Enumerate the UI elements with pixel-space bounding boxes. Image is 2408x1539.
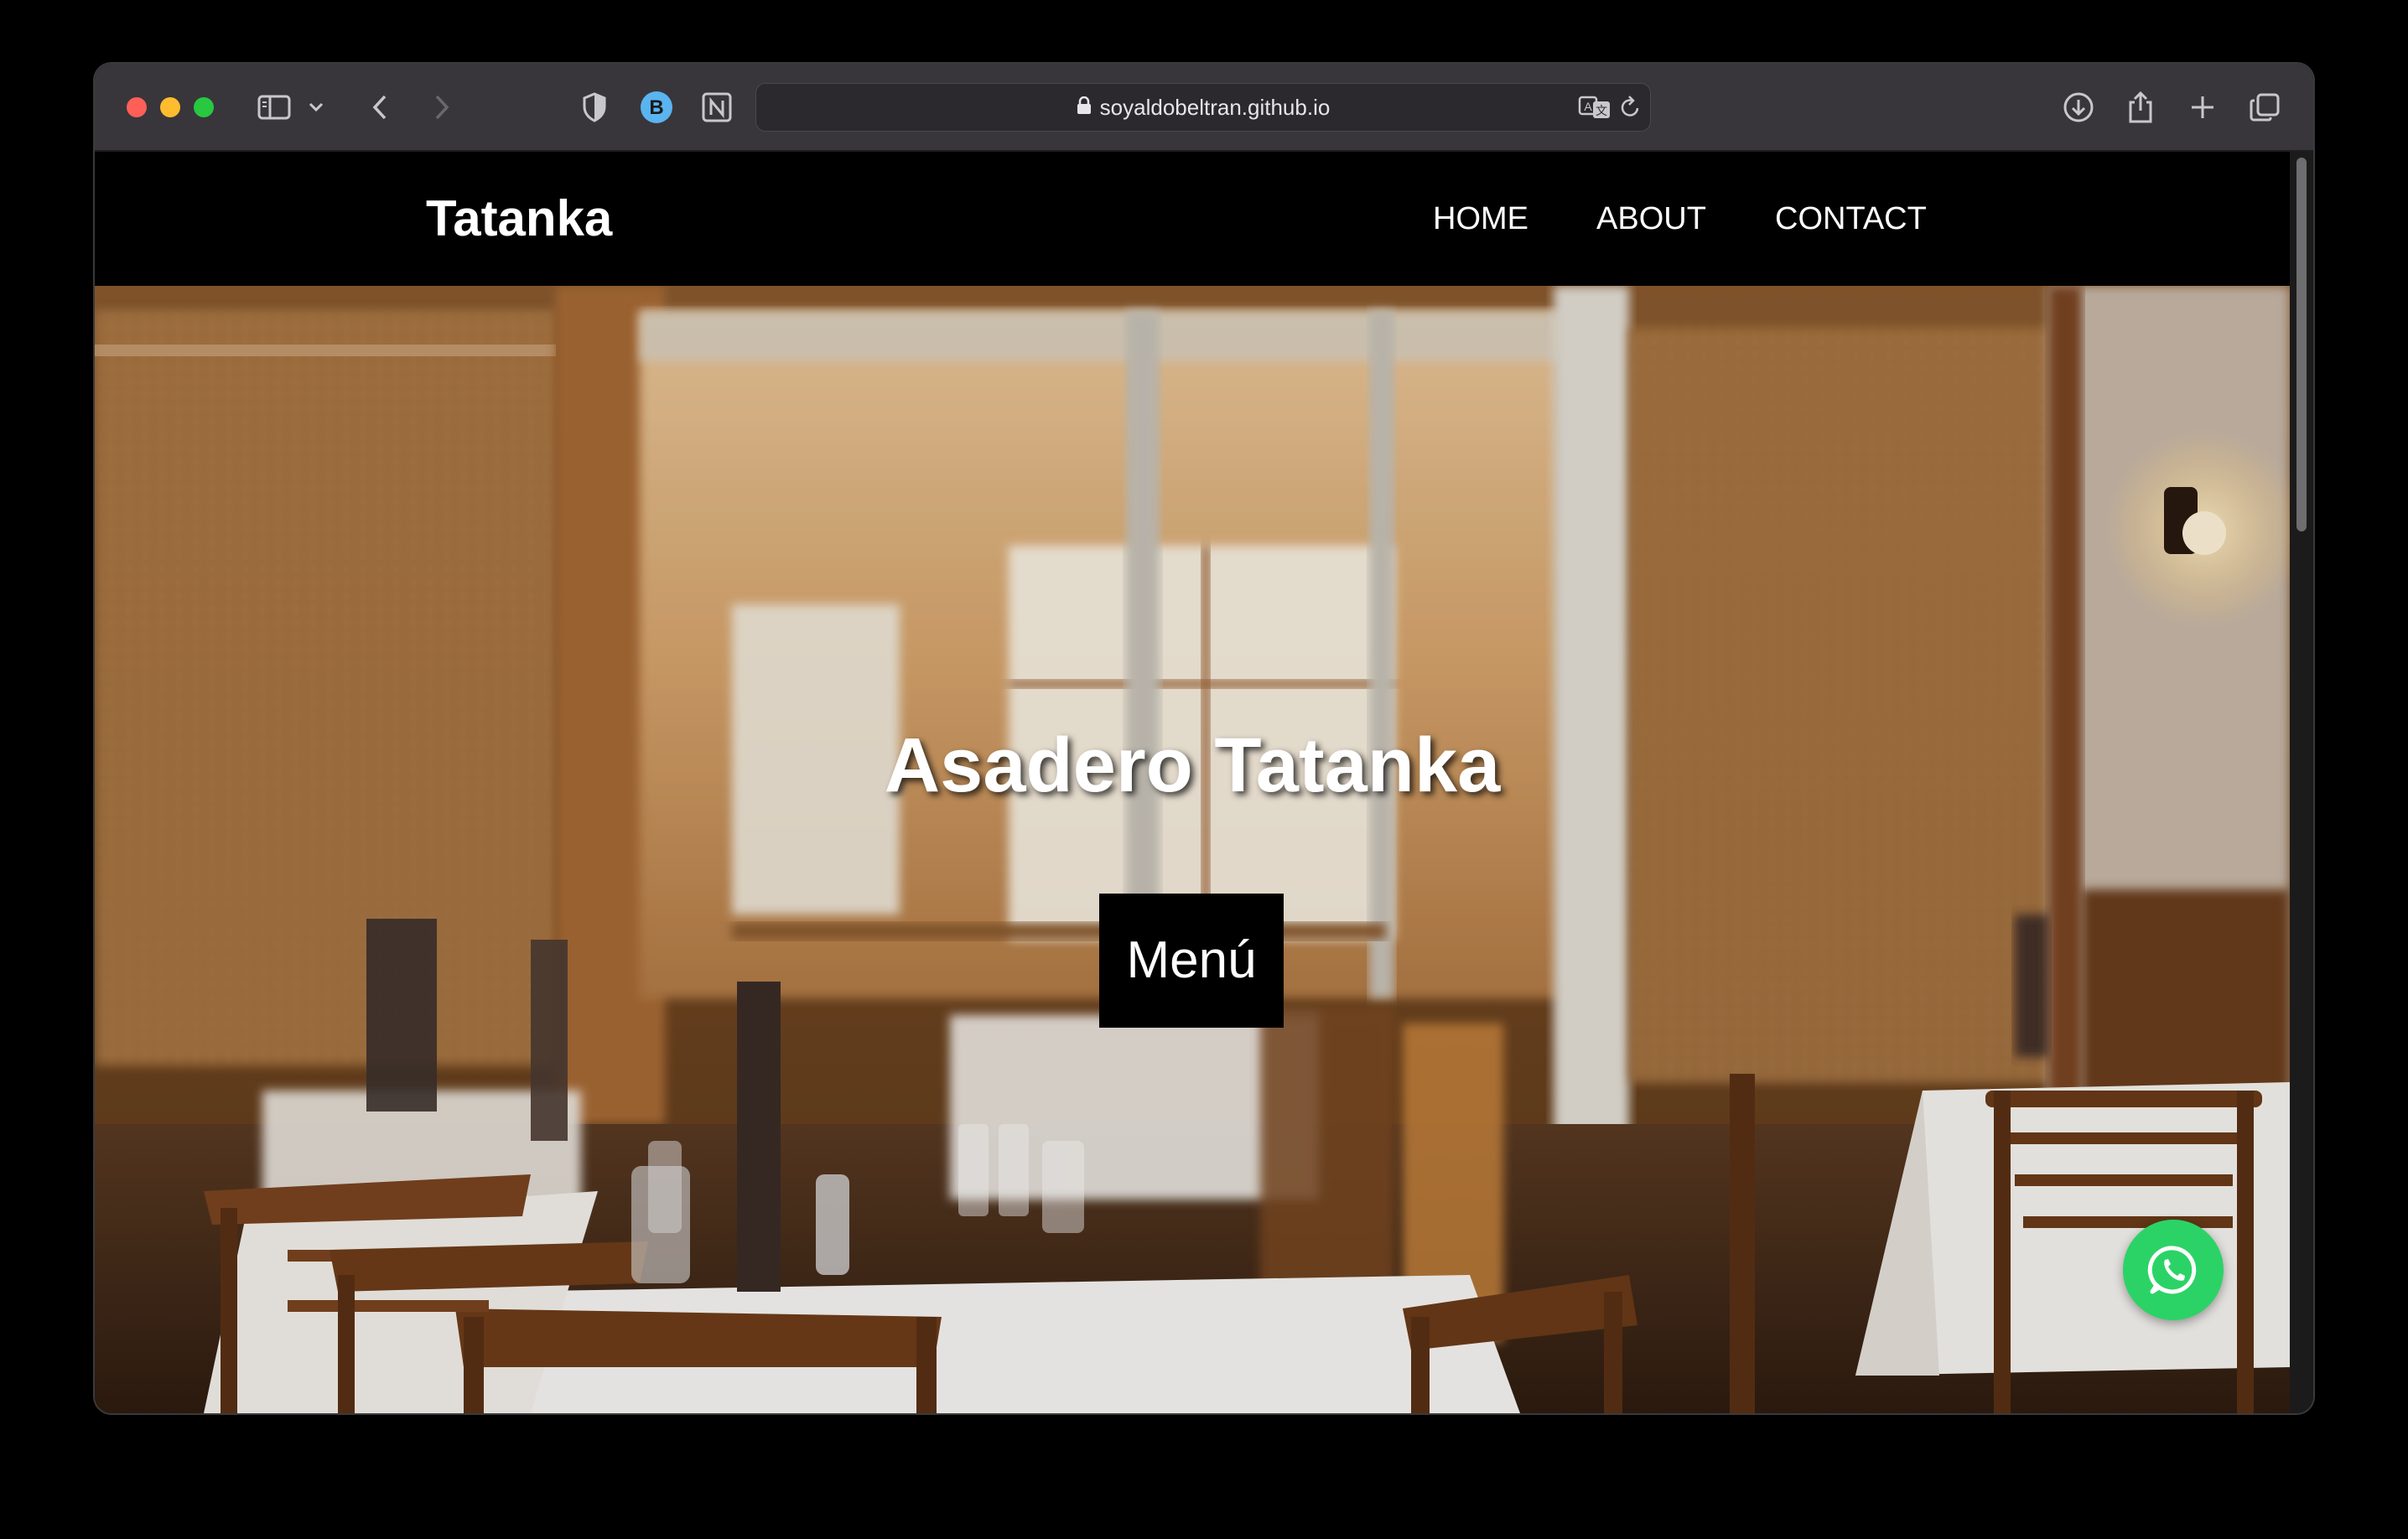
svg-text:文: 文 bbox=[1596, 104, 1607, 117]
whatsapp-button[interactable] bbox=[2123, 1220, 2224, 1320]
nav-link-home[interactable]: HOME bbox=[1433, 152, 1528, 286]
tabs-overview-icon[interactable] bbox=[2246, 89, 2283, 126]
address-bar[interactable]: soyaldobeltran.github.io A文 bbox=[755, 83, 1651, 132]
share-icon[interactable] bbox=[2122, 89, 2159, 126]
scrollbar-thumb[interactable] bbox=[2296, 158, 2307, 531]
download-icon[interactable] bbox=[2060, 89, 2097, 126]
url-text: soyaldobeltran.github.io bbox=[1099, 95, 1331, 120]
chevron-down-icon[interactable] bbox=[306, 89, 326, 126]
bitwarden-icon-letter: B bbox=[649, 96, 663, 119]
forward-icon[interactable] bbox=[425, 89, 459, 126]
bitwarden-icon[interactable]: B bbox=[638, 89, 675, 126]
lock-icon bbox=[1077, 84, 1092, 131]
hero-title: Asadero Tatanka bbox=[884, 723, 1501, 808]
notion-icon[interactable] bbox=[698, 89, 735, 126]
minimize-window-button[interactable] bbox=[160, 97, 180, 117]
sidebar-icon[interactable] bbox=[256, 89, 293, 126]
shield-icon[interactable] bbox=[578, 89, 611, 126]
nav-link-about[interactable]: ABOUT bbox=[1596, 152, 1706, 286]
back-icon[interactable] bbox=[363, 89, 397, 126]
close-window-button[interactable] bbox=[127, 97, 147, 117]
web-page: Tatanka HOME ABOUT CONTACT Asadero Tatan… bbox=[95, 152, 2290, 1413]
translate-icon[interactable]: A文 bbox=[1576, 89, 1613, 126]
new-tab-icon[interactable] bbox=[2184, 89, 2221, 126]
nav-link-contact[interactable]: CONTACT bbox=[1775, 152, 1927, 286]
hero-background-photo bbox=[95, 286, 2290, 1413]
svg-text:A: A bbox=[1584, 100, 1592, 113]
browser-toolbar: B soyaldobeltran.github.io A文 bbox=[95, 64, 2313, 152]
hero-section: Asadero Tatanka Menú bbox=[95, 286, 2290, 1413]
whatsapp-icon bbox=[2147, 1246, 2197, 1294]
site-brand[interactable]: Tatanka bbox=[426, 152, 612, 286]
zoom-window-button[interactable] bbox=[194, 97, 214, 117]
reload-icon[interactable] bbox=[1615, 89, 1645, 126]
browser-window: B soyaldobeltran.github.io A文 Tatanka HO… bbox=[95, 64, 2313, 1413]
menu-button[interactable]: Menú bbox=[1099, 894, 1284, 1028]
site-navbar: Tatanka HOME ABOUT CONTACT bbox=[95, 152, 2290, 286]
